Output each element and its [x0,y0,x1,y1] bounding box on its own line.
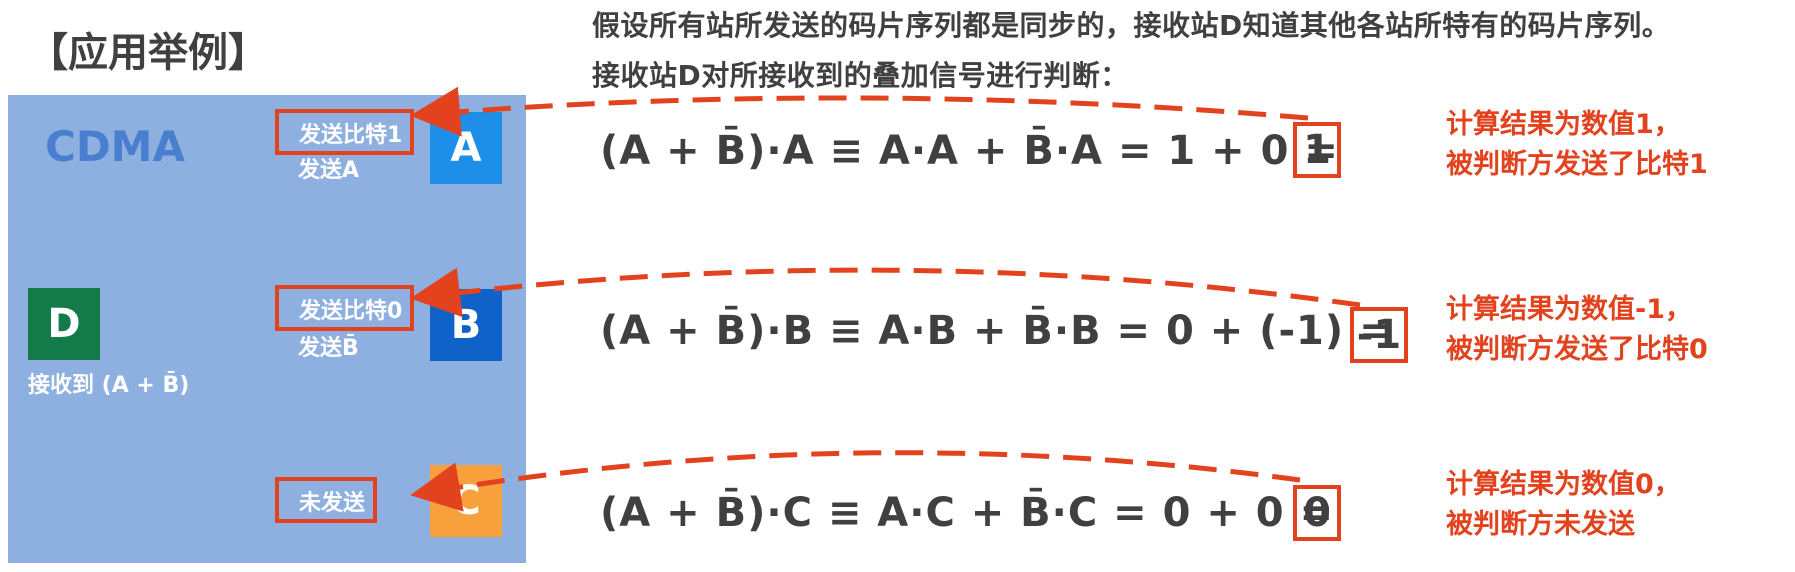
station-a-tag: 发送比特1 [275,109,415,155]
cdma-label: CDMA [45,122,185,171]
note-a-line-1: 计算结果为数值1， [1446,109,1681,140]
formula-c: (A + B̄)·C ≡ A·C + B̄·C = 0 + 0 = [600,490,1335,536]
note-a-line-2: 被判断方发送了比特1 [1446,149,1708,180]
arrow-b [410,267,1361,318]
station-b-sub: 发送B̄ [298,336,359,361]
note-b-line-2: 被判断方发送了比特0 [1446,334,1708,365]
station-d: D [28,288,100,360]
note-b-line-1: 计算结果为数值-1， [1446,294,1692,325]
station-b: B [430,289,502,361]
note-b: 计算结果为数值-1， 被判断方发送了比特0 [1446,290,1708,370]
note-c: 计算结果为数值0， 被判断方未发送 [1446,465,1681,545]
note-c-line-2: 被判断方未发送 [1446,509,1635,540]
station-d-sub: 接收到 (A + B̄) [28,373,190,398]
formula-b: (A + B̄)·B ≡ A·B + B̄·B = 0 + (-1) = [600,308,1394,354]
result-a: 1 [1293,122,1341,178]
arrow-c [410,450,1301,512]
intro-line-1: 假设所有站所发送的码片序列都是同步的，接收站D知道其他各站所特有的码片序列。 [592,9,1671,42]
note-a: 计算结果为数值1， 被判断方发送了比特1 [1446,105,1708,185]
result-b: -1 [1350,307,1408,363]
station-c: C [430,465,502,537]
result-c: 0 [1293,485,1341,541]
arrow-a [410,86,1309,137]
station-c-tag: 未发送 [275,477,378,523]
station-a-sub: 发送A [298,158,360,183]
page-title: 【应用举例】 [28,30,268,76]
station-b-tag: 发送比特0 [275,285,415,331]
formula-a: (A + B̄)·A ≡ A·A + B̄·A = 1 + 0 = [600,128,1339,174]
station-a: A [430,112,502,184]
note-c-line-1: 计算结果为数值0， [1446,469,1681,500]
intro-line-2: 接收站D对所接收到的叠加信号进行判断： [592,59,1129,92]
